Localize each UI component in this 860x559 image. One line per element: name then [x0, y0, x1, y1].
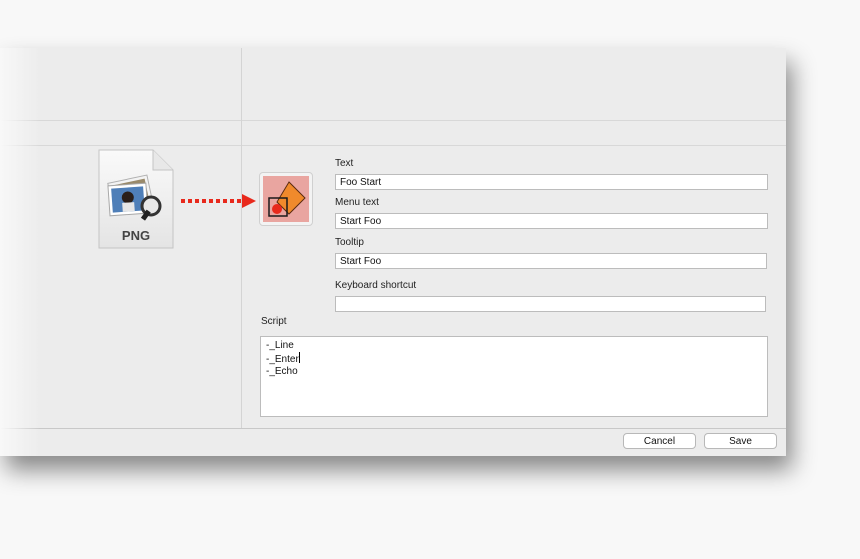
save-button[interactable]: Save: [704, 433, 777, 449]
keyboard-shortcut-label: Keyboard shortcut: [335, 280, 417, 291]
cancel-button[interactable]: Cancel: [623, 433, 696, 449]
menu-text-label: Menu text: [335, 197, 379, 208]
script-label: Script: [261, 316, 287, 327]
button-icon-well[interactable]: [259, 172, 313, 226]
script-line: -_Enter: [266, 352, 300, 365]
keyboard-shortcut-field[interactable]: [335, 296, 766, 312]
panel-divider: [241, 48, 242, 428]
button-editor-window: PNG Text Menu text Tooltip Keyboard shor…: [0, 48, 786, 456]
script-editor[interactable]: -_Line -_Enter -_Echo: [260, 336, 768, 417]
divider-header: [0, 145, 786, 146]
divider-top: [0, 120, 786, 121]
text-label: Text: [335, 158, 354, 169]
tooltip-label: Tooltip: [335, 237, 364, 248]
divider-footer: [0, 428, 786, 429]
text-field[interactable]: [335, 174, 768, 190]
png-file-icon: PNG: [97, 148, 175, 250]
menu-text-field[interactable]: [335, 213, 768, 229]
file-type-label: PNG: [121, 228, 151, 243]
tooltip-field[interactable]: [335, 253, 767, 269]
shape-tool-icon: [263, 176, 309, 222]
script-line: -_Echo: [266, 366, 298, 377]
script-line: -_Line: [266, 340, 294, 351]
dotted-arrow-icon: [180, 193, 258, 209]
text-caret: [298, 352, 300, 363]
